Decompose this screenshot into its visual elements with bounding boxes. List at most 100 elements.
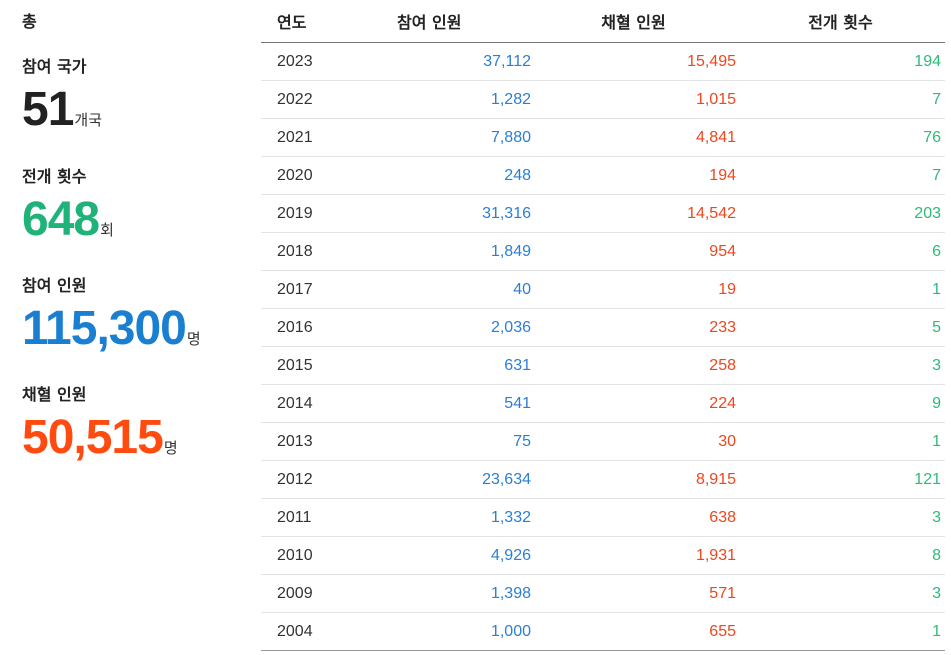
table-row: 2013 75 30 1 bbox=[261, 422, 945, 461]
cell-hires: 14,542 bbox=[531, 194, 736, 233]
cell-year: 2016 bbox=[261, 308, 361, 347]
cell-hires: 4,841 bbox=[531, 118, 736, 157]
stat-countries-value: 51 bbox=[22, 83, 74, 136]
cell-year: 2017 bbox=[261, 270, 361, 309]
cell-events: 6 bbox=[736, 232, 945, 271]
table-row: 2018 1,849 954 6 bbox=[261, 232, 945, 271]
cell-participants: 1,849 bbox=[361, 232, 531, 271]
cell-participants: 31,316 bbox=[361, 194, 531, 233]
cell-year: 2014 bbox=[261, 384, 361, 423]
cell-year: 2022 bbox=[261, 80, 361, 119]
cell-participants: 541 bbox=[361, 384, 531, 423]
cell-year: 2023 bbox=[261, 42, 361, 81]
cell-hires: 30 bbox=[531, 422, 736, 461]
cell-participants: 1,398 bbox=[361, 574, 531, 613]
table-row: 2009 1,398 571 3 bbox=[261, 574, 945, 613]
cell-year: 2019 bbox=[261, 194, 361, 233]
cell-hires: 258 bbox=[531, 346, 736, 385]
table-row: 2019 31,316 14,542 203 bbox=[261, 194, 945, 233]
table-row: 2017 40 19 1 bbox=[261, 270, 945, 309]
summary-heading: 총 bbox=[22, 12, 37, 31]
cell-year: 2013 bbox=[261, 422, 361, 461]
table-row: 2004 1,000 655 1 bbox=[261, 612, 945, 651]
stat-participants-value: 115,300 bbox=[22, 302, 187, 355]
cell-participants: 40 bbox=[361, 270, 531, 309]
cell-events: 121 bbox=[736, 460, 945, 499]
header-year: 연도 bbox=[261, 0, 361, 43]
cell-events: 76 bbox=[736, 118, 945, 157]
table-header-row: 연도 참여 인원 채혈 인원 전개 횟수 bbox=[261, 0, 945, 43]
header-hires: 채혈 인원 bbox=[531, 0, 736, 43]
cell-hires: 1,931 bbox=[531, 536, 736, 575]
cell-events: 3 bbox=[736, 574, 945, 613]
stat-events-value: 648 bbox=[22, 193, 100, 246]
cell-events: 1 bbox=[736, 270, 945, 309]
stat-participants: 참여 인원 115,300명 bbox=[22, 275, 252, 355]
table-row: 2022 1,282 1,015 7 bbox=[261, 80, 945, 119]
stat-participants-value-row: 115,300명 bbox=[22, 303, 252, 355]
table-row: 2014 541 224 9 bbox=[261, 384, 945, 423]
table-row: 2021 7,880 4,841 76 bbox=[261, 118, 945, 157]
cell-events: 203 bbox=[736, 194, 945, 233]
table-body: 2023 37,112 15,495 194 2022 1,282 1,015 7 2021 7,… bbox=[261, 42, 945, 651]
cell-events: 7 bbox=[736, 80, 945, 119]
cell-hires: 8,915 bbox=[531, 460, 736, 499]
table-row: 2012 23,634 8,915 121 bbox=[261, 460, 945, 499]
cell-hires: 15,495 bbox=[531, 42, 736, 81]
yearly-stats-table: 연도 참여 인원 채혈 인원 전개 횟수 2023 37,112 15,495 194… bbox=[261, 0, 945, 651]
cell-year: 2012 bbox=[261, 460, 361, 499]
yearly-table-container: 연도 참여 인원 채혈 인원 전개 횟수 2023 37,112 15,495 194… bbox=[261, 0, 945, 651]
cell-hires: 19 bbox=[531, 270, 736, 309]
header-participants: 참여 인원 bbox=[361, 0, 531, 43]
stat-hires-value-row: 50,515명 bbox=[22, 412, 252, 464]
header-events: 전개 횟수 bbox=[736, 0, 945, 43]
cell-year: 2009 bbox=[261, 574, 361, 613]
cell-events: 9 bbox=[736, 384, 945, 423]
table-row: 2015 631 258 3 bbox=[261, 346, 945, 385]
cell-year: 2021 bbox=[261, 118, 361, 157]
cell-hires: 638 bbox=[531, 498, 736, 537]
cell-participants: 631 bbox=[361, 346, 531, 385]
cell-year: 2018 bbox=[261, 232, 361, 271]
cell-events: 3 bbox=[736, 498, 945, 537]
cell-participants: 1,000 bbox=[361, 612, 531, 651]
cell-hires: 655 bbox=[531, 612, 736, 651]
stat-participants-unit: 명 bbox=[186, 330, 201, 348]
stat-participants-label: 참여 인원 bbox=[22, 276, 87, 295]
cell-participants: 75 bbox=[361, 422, 531, 461]
stat-events-label: 전개 횟수 bbox=[22, 167, 87, 186]
cell-participants: 248 bbox=[361, 156, 531, 195]
cell-hires: 194 bbox=[531, 156, 736, 195]
cell-participants: 1,282 bbox=[361, 80, 531, 119]
cell-participants: 2,036 bbox=[361, 308, 531, 347]
stat-events-value-row: 648회 bbox=[22, 194, 252, 246]
table-row: 2016 2,036 233 5 bbox=[261, 308, 945, 347]
cell-hires: 571 bbox=[531, 574, 736, 613]
cell-year: 2010 bbox=[261, 536, 361, 575]
stat-hires-unit: 명 bbox=[163, 439, 178, 457]
stat-events: 전개 횟수 648회 bbox=[22, 166, 252, 246]
cell-events: 3 bbox=[736, 346, 945, 385]
cell-year: 2004 bbox=[261, 612, 361, 651]
cell-events: 7 bbox=[736, 156, 945, 195]
table-row: 2011 1,332 638 3 bbox=[261, 498, 945, 537]
cell-participants: 23,634 bbox=[361, 460, 531, 499]
cell-events: 8 bbox=[736, 536, 945, 575]
cell-participants: 1,332 bbox=[361, 498, 531, 537]
table-row: 2023 37,112 15,495 194 bbox=[261, 42, 945, 81]
cell-year: 2020 bbox=[261, 156, 361, 195]
stat-hires: 채혈 인원 50,515명 bbox=[22, 384, 252, 464]
stat-hires-label: 채혈 인원 bbox=[22, 385, 87, 404]
cell-hires: 1,015 bbox=[531, 80, 736, 119]
cell-events: 1 bbox=[736, 422, 945, 461]
stat-hires-value: 50,515 bbox=[22, 411, 164, 464]
cell-year: 2015 bbox=[261, 346, 361, 385]
table-row: 2020 248 194 7 bbox=[261, 156, 945, 195]
stat-events-unit: 회 bbox=[100, 221, 114, 239]
cell-participants: 7,880 bbox=[361, 118, 531, 157]
cell-hires: 233 bbox=[531, 308, 736, 347]
cell-year: 2011 bbox=[261, 498, 361, 537]
table-header: 연도 참여 인원 채혈 인원 전개 횟수 bbox=[261, 0, 945, 43]
stat-countries: 참여 국가 51개국 bbox=[22, 56, 252, 136]
cell-events: 5 bbox=[736, 308, 945, 347]
